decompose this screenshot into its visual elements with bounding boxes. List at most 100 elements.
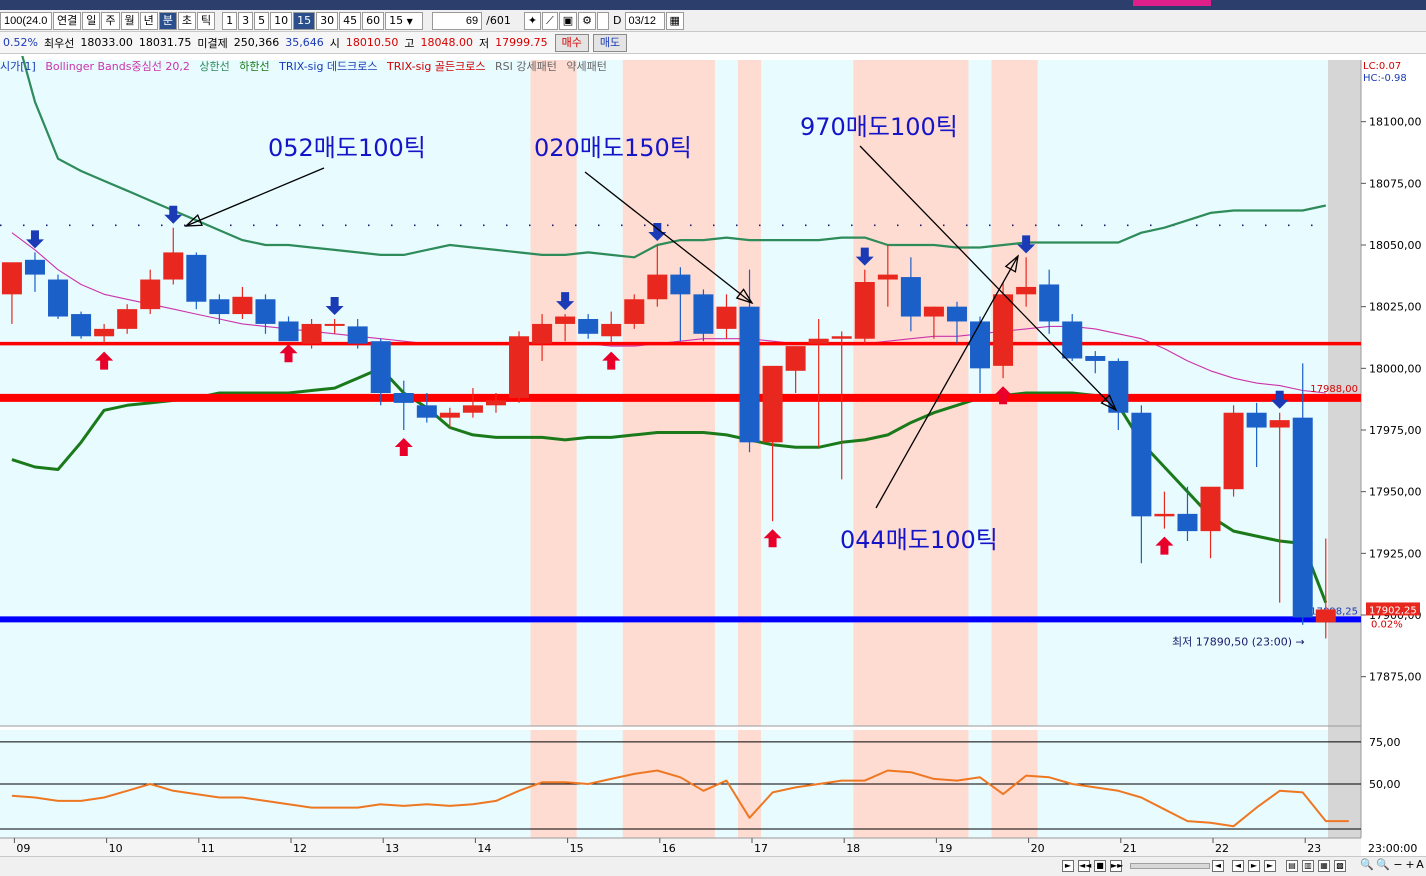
count-total: /601 (486, 14, 511, 27)
candle-body (462, 405, 483, 413)
pan-right-icon[interactable]: ► (1248, 860, 1260, 872)
low-price: 17999.75 (495, 36, 548, 49)
bar-mode-icon[interactable]: ▤ (1286, 860, 1298, 872)
x-tick-label: 11 (201, 842, 215, 855)
y-tick-label: 17950,00 (1369, 486, 1422, 499)
low-label: 저 (478, 36, 490, 50)
best-ask: 18031.75 (138, 36, 192, 49)
tab-tick[interactable]: 틱 (197, 11, 216, 30)
date-input[interactable] (624, 11, 665, 30)
price-chart[interactable]: 18100,00 18075,00 18050,00 18025,00 18000,00… (0, 56, 1426, 856)
tab-second[interactable]: 초 (177, 11, 196, 30)
x-tick-label: 13 (385, 842, 399, 855)
rewind-icon[interactable]: ◄◄ (1078, 860, 1091, 872)
candle-body (578, 319, 599, 334)
y-tick-label: 18075,00 (1369, 177, 1422, 190)
date-checkbox[interactable] (597, 11, 610, 30)
candle-body (1062, 321, 1083, 359)
y-tick-label: 18000,00 (1369, 362, 1422, 375)
zoom-in-icon[interactable]: 🔍 (1376, 859, 1390, 872)
back-icon[interactable]: ◄ (1212, 860, 1224, 872)
x-tick-label: 15 (570, 842, 584, 855)
best-bid: 18033.00 (80, 36, 133, 49)
candle-body (831, 336, 852, 339)
candle-body (1246, 412, 1267, 428)
interval-1[interactable]: 1 (222, 11, 238, 30)
interval-60[interactable]: 60 (362, 11, 385, 30)
candle-body (439, 412, 460, 418)
tab-year[interactable]: 년 (139, 11, 158, 30)
x-tick-label: 23 (1307, 842, 1321, 855)
grid-icon[interactable]: ▩ (1334, 860, 1346, 872)
minus-icon[interactable]: − (1392, 859, 1404, 872)
open-price: 18010.50 (345, 36, 399, 49)
sell-button[interactable]: 매도 (592, 33, 628, 52)
save-icon[interactable]: ▣ (558, 11, 578, 30)
buy-button[interactable]: 매수 (554, 33, 589, 52)
font-size-icon[interactable]: A (1414, 859, 1426, 872)
fast-forward-icon[interactable]: ►► (1110, 860, 1123, 872)
x-tick-label: 17 (754, 842, 768, 855)
candle-mode-icon[interactable]: ▦ (1318, 860, 1330, 872)
draw-line-icon[interactable]: ⟋ (542, 11, 558, 30)
interval-10[interactable]: 10 (270, 11, 293, 30)
code-input[interactable] (0, 11, 52, 30)
candle-body (393, 393, 414, 403)
y-tick-label: 17925,00 (1369, 547, 1422, 560)
interval-3[interactable]: 3 (238, 11, 254, 30)
candle-body (647, 274, 668, 300)
stop-icon[interactable]: ■ (1094, 860, 1106, 872)
x-tick-label: 20 (1031, 842, 1045, 855)
candle-body (601, 323, 622, 337)
zoom-out-icon[interactable]: 🔍 (1360, 859, 1374, 872)
tab-connected[interactable]: 연결 (53, 11, 82, 30)
annotation-text: 044매도100틱 (840, 526, 998, 554)
tab-minute[interactable]: 분 (158, 11, 177, 30)
interval-select-value: 15 (389, 13, 404, 27)
x-tick-label: 18 (846, 842, 860, 855)
line-mode-icon[interactable]: ▥ (1302, 860, 1314, 872)
annotation-text: 970매도100틱 (800, 113, 958, 141)
candle-body (1177, 513, 1198, 532)
title-bar (0, 0, 1426, 10)
current-change-label: 0.02% (1371, 619, 1403, 630)
candle-body (785, 346, 806, 371)
interval-15[interactable]: 15 (293, 11, 316, 30)
candle-body (877, 274, 898, 280)
y-tick-label: 18100,00 (1369, 116, 1422, 129)
change-percent: 0.52% (3, 36, 38, 49)
scrollbar[interactable] (1130, 863, 1210, 869)
tab-week[interactable]: 주 (101, 11, 120, 30)
tab-day[interactable]: 일 (82, 11, 101, 30)
candle-body (532, 323, 553, 344)
calendar-icon[interactable]: ▦ (665, 11, 684, 30)
candle-body (140, 279, 161, 310)
play-icon[interactable]: ► (1062, 860, 1074, 872)
candle-body (347, 326, 368, 344)
x-tick-label: 19 (938, 842, 952, 855)
tab-month[interactable]: 월 (120, 11, 139, 30)
scroll-end-icon[interactable]: ► (1264, 860, 1276, 872)
candle-body (71, 314, 92, 337)
title-badge (1133, 0, 1211, 6)
x-tick-label: 09 (16, 842, 30, 855)
x-tick-label: 10 (109, 842, 123, 855)
indicator-legend: 시가[1] Bollinger Bands중심선 20,2 상한선 하한선 TR… (0, 58, 613, 74)
count-input[interactable] (432, 11, 483, 30)
interval-5[interactable]: 5 (254, 11, 270, 30)
high-label: 고 (404, 36, 415, 50)
interval-select[interactable]: 15 ▼ (385, 11, 424, 30)
legend-open: 시가[1] (0, 60, 36, 73)
highlight-band (853, 60, 969, 726)
open-interest: 250,366 (233, 36, 280, 49)
x-tick-label: 16 (662, 842, 676, 855)
pan-left-icon[interactable]: ◄ (1232, 860, 1244, 872)
candle-body (209, 299, 230, 315)
interval-45[interactable]: 45 (339, 11, 362, 30)
indicator-icon[interactable]: ✦ (523, 11, 542, 30)
best-bid-label: 최우선 (43, 36, 75, 50)
interval-30[interactable]: 30 (316, 11, 339, 30)
y-tick-label: 18050,00 (1369, 239, 1422, 252)
gear-icon[interactable]: ⚙ (578, 11, 597, 30)
candle-body (1154, 513, 1175, 517)
